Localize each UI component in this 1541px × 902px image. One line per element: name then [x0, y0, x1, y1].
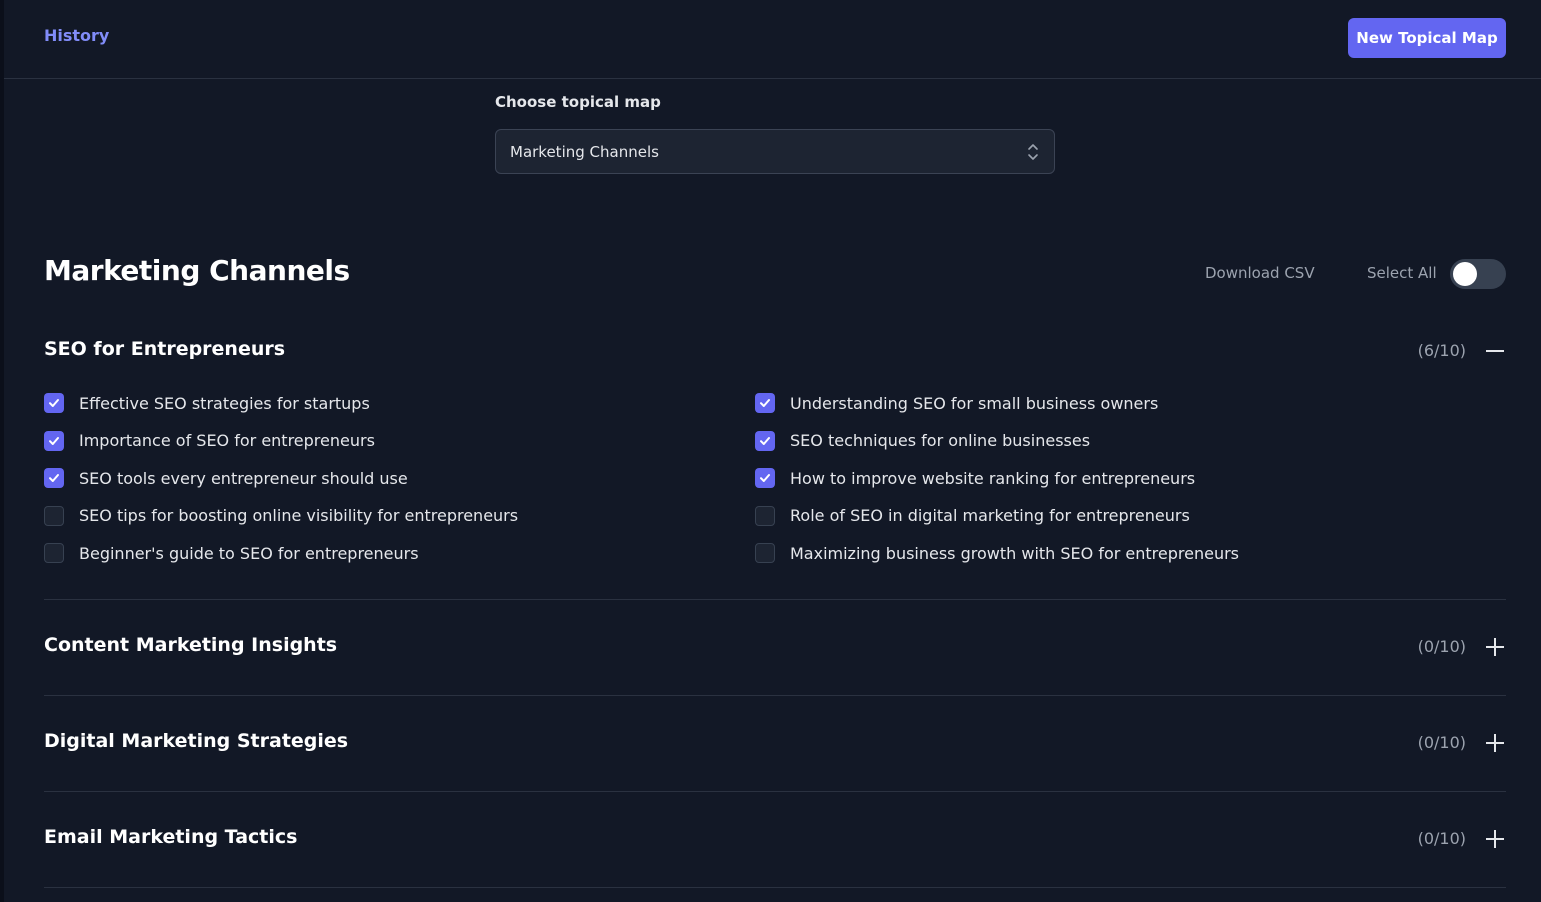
new-topical-map-button[interactable]: New Topical Map [1348, 18, 1506, 58]
section-header-digital-marketing-strategies[interactable]: Digital Marketing Strategies (0/10) [44, 728, 1506, 758]
section-header-email-marketing-tactics[interactable]: Email Marketing Tactics (0/10) [44, 824, 1506, 854]
page: History New Topical Map Choose topical m… [0, 0, 1541, 902]
checkmark-icon [49, 474, 59, 482]
topic-label: How to improve website ranking for entre… [790, 468, 1196, 488]
topic-label: Maximizing business growth with SEO for … [790, 543, 1240, 563]
section-count: (0/10) [1417, 637, 1466, 656]
toggle-knob [1453, 262, 1477, 286]
checkbox-unchecked[interactable] [755, 505, 775, 526]
topic-item[interactable]: Understanding SEO for small business own… [755, 392, 1158, 414]
checkbox-checked[interactable] [755, 393, 775, 413]
topic-item[interactable]: Beginner's guide to SEO for entrepreneur… [44, 542, 419, 564]
section-count: (6/10) [1417, 341, 1466, 360]
checkbox-unchecked[interactable] [44, 505, 64, 526]
topic-item[interactable]: How to improve website ranking for entre… [755, 467, 1195, 489]
topic-item[interactable]: Importance of SEO for entrepreneurs [44, 430, 375, 452]
topic-item[interactable]: Effective SEO strategies for startups [44, 392, 370, 414]
checkbox-checked[interactable] [44, 430, 64, 451]
section-count: (0/10) [1417, 829, 1466, 848]
checkmark-icon [760, 474, 770, 482]
plus-icon[interactable] [1484, 732, 1506, 754]
topic-label: Understanding SEO for small business own… [790, 393, 1159, 413]
topical-map-select[interactable]: Marketing Channels [495, 129, 1055, 174]
topic-label: Importance of SEO for entrepreneurs [79, 431, 375, 450]
topic-label: Effective SEO strategies for startups [79, 393, 370, 413]
topic-label: Beginner's guide to SEO for entrepreneur… [79, 543, 419, 563]
section-divider [44, 695, 1506, 696]
checkbox-checked[interactable] [44, 393, 64, 413]
topic-item[interactable]: Maximizing business growth with SEO for … [755, 542, 1239, 564]
topic-label: Role of SEO in digital marketing for ent… [790, 506, 1190, 525]
checkbox-unchecked[interactable] [44, 543, 64, 563]
select-all-toggle[interactable] [1450, 259, 1506, 289]
topic-item[interactable]: Role of SEO in digital marketing for ent… [755, 505, 1190, 527]
topic-label: SEO tips for boosting online visibility … [79, 506, 519, 525]
checkmark-icon [49, 399, 59, 407]
top-bar: History New Topical Map [4, 0, 1541, 79]
section-divider [44, 887, 1506, 888]
checkmark-icon [760, 399, 770, 407]
checkbox-checked[interactable] [755, 430, 775, 451]
section-divider [44, 791, 1506, 792]
topical-map-select-value: Marketing Channels [510, 142, 659, 161]
select-all-label: Select All [1367, 264, 1437, 282]
checkmark-icon [49, 436, 59, 445]
section-title: SEO for Entrepreneurs [44, 338, 286, 360]
section-title: Email Marketing Tactics [44, 826, 298, 848]
download-csv-button[interactable]: Download CSV [1205, 264, 1315, 282]
chevron-up-down-icon [1028, 144, 1038, 160]
topic-label: SEO tools every entrepreneur should use [79, 468, 408, 488]
section-title: Digital Marketing Strategies [44, 730, 349, 752]
choose-map-label: Choose topical map [495, 93, 661, 111]
section-title: Content Marketing Insights [44, 634, 338, 656]
minus-icon[interactable] [1484, 340, 1506, 362]
checkbox-unchecked[interactable] [755, 543, 775, 563]
topic-label: SEO techniques for online businesses [790, 431, 1091, 450]
topic-item[interactable]: SEO techniques for online businesses [755, 430, 1090, 452]
plus-icon[interactable] [1484, 636, 1506, 658]
checkbox-checked[interactable] [44, 468, 64, 488]
section-divider [44, 599, 1506, 600]
history-link[interactable]: History [44, 26, 109, 45]
map-title: Marketing Channels [44, 254, 350, 287]
checkbox-checked[interactable] [755, 468, 775, 488]
section-header-seo-for-entrepreneurs[interactable]: SEO for Entrepreneurs (6/10) [44, 336, 1506, 366]
section-header-content-marketing-insights[interactable]: Content Marketing Insights (0/10) [44, 632, 1506, 662]
section-count: (0/10) [1417, 733, 1466, 752]
topic-item[interactable]: SEO tips for boosting online visibility … [44, 505, 518, 527]
topic-item[interactable]: SEO tools every entrepreneur should use [44, 467, 408, 489]
checkmark-icon [760, 436, 770, 445]
plus-icon[interactable] [1484, 828, 1506, 850]
